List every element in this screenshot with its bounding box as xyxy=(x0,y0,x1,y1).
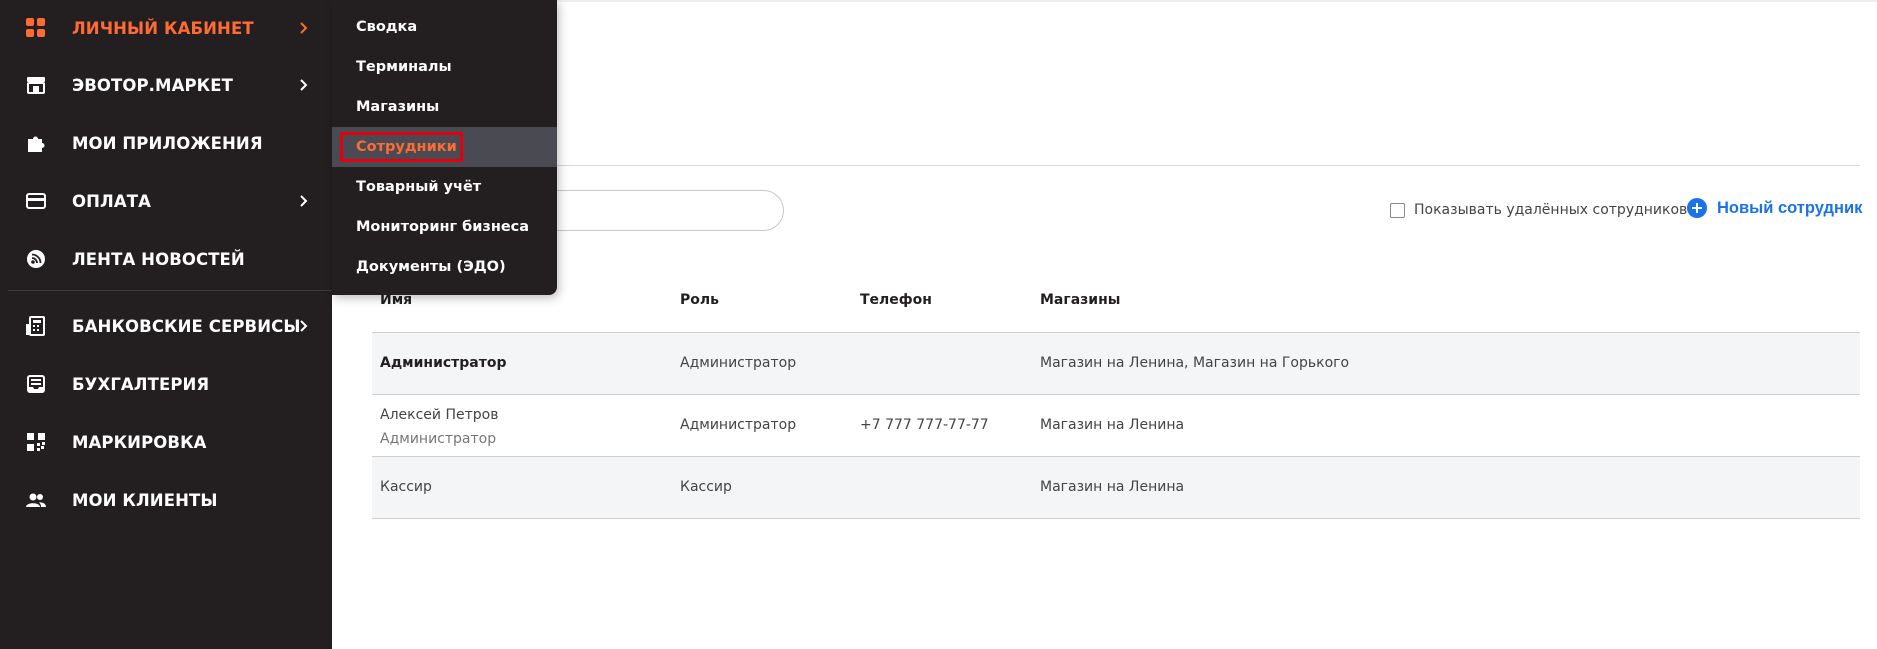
employee-phone: +7 777 777-77-77 xyxy=(860,417,989,433)
column-header-role[interactable]: Роль xyxy=(680,292,719,308)
sidebar-item-marking[interactable]: МАРКИРОВКА xyxy=(0,418,332,466)
sidebar-item-label: МОИ КЛИЕНТЫ xyxy=(72,490,218,510)
table-row[interactable]: Алексей Петров Администратор Администрат… xyxy=(372,395,1860,457)
bank-calculator-icon xyxy=(24,314,48,338)
sidebar-item-label: ЭВОТОР.МАРКЕТ xyxy=(72,75,233,95)
sidebar-item-personal-account[interactable]: ЛИЧНЫЙ КАБИНЕТ xyxy=(0,4,332,52)
store-icon xyxy=(24,73,48,97)
submenu-item-summary[interactable]: Сводка xyxy=(332,7,557,47)
chevron-right-icon xyxy=(300,22,308,34)
new-employee-label: Новый сотрудник xyxy=(1717,198,1863,217)
news-feed-icon xyxy=(24,247,48,271)
submenu-item-label: Сотрудники xyxy=(356,139,457,155)
sidebar-item-label: ЛИЧНЫЙ КАБИНЕТ xyxy=(72,18,254,38)
employee-role: Администратор xyxy=(680,417,797,433)
chevron-right-icon xyxy=(300,79,308,91)
checkbox-box[interactable] xyxy=(1390,202,1405,218)
puzzle-icon xyxy=(24,131,48,155)
employee-role: Администратор xyxy=(680,355,797,371)
submenu-item-documents-edo[interactable]: Документы (ЭДО) xyxy=(332,247,557,287)
table-row[interactable]: Администратор Администратор Магазин на Л… xyxy=(372,333,1860,395)
submenu-item-label: Магазины xyxy=(356,99,440,115)
column-header-phone[interactable]: Телефон xyxy=(860,292,932,308)
table-header: Имя Роль Телефон Магазины xyxy=(372,282,1860,333)
table-row[interactable]: Кассир Кассир Магазин на Ленина xyxy=(372,457,1860,519)
submenu-item-label: Сводка xyxy=(356,19,418,35)
sidebar-item-label: ОПЛАТА xyxy=(72,191,151,211)
sidebar-item-news-feed[interactable]: ЛЕНТА НОВОСТЕЙ xyxy=(0,235,332,283)
sidebar: ЛИЧНЫЙ КАБИНЕТ ЭВОТОР.МАРКЕТ МОИ ПРИЛОЖЕ… xyxy=(0,0,332,649)
sidebar-item-bank-services[interactable]: БАНКОВСКИЕ СЕРВИСЫ xyxy=(0,302,332,350)
employee-name: Администратор xyxy=(380,355,507,371)
show-deleted-label: Показывать удалённых сотрудников xyxy=(1414,202,1688,218)
show-deleted-checkbox[interactable]: Показывать удалённых сотрудников xyxy=(1390,202,1687,218)
sidebar-item-label: МОИ ПРИЛОЖЕНИЯ xyxy=(72,133,263,153)
submenu-item-terminals[interactable]: Терминалы xyxy=(332,47,557,87)
column-header-stores[interactable]: Магазины xyxy=(1040,292,1120,308)
personal-account-submenu: Сводка Терминалы Магазины Сотрудники Тов… xyxy=(332,0,557,295)
submenu-item-label: Товарный учёт xyxy=(356,179,482,195)
clients-group-icon xyxy=(24,488,48,512)
sidebar-item-evotor-market[interactable]: ЭВОТОР.МАРКЕТ xyxy=(0,61,332,109)
submenu-item-label: Мониторинг бизнеса xyxy=(356,219,530,235)
employee-stores: Магазин на Ленина xyxy=(1040,479,1185,495)
header-divider xyxy=(332,165,1860,166)
dashboard-grid-icon xyxy=(24,16,48,40)
chevron-right-icon xyxy=(300,195,308,207)
sidebar-item-label: БУХГАЛТЕРИЯ xyxy=(72,374,210,394)
submenu-item-business-monitoring[interactable]: Мониторинг бизнеса xyxy=(332,207,557,247)
sidebar-item-accounting[interactable]: БУХГАЛТЕРИЯ xyxy=(0,360,332,408)
employee-stores: Магазин на Ленина xyxy=(1040,417,1185,433)
new-employee-button[interactable]: Новый сотрудник xyxy=(1687,198,1862,218)
sidebar-item-payment[interactable]: ОПЛАТА xyxy=(0,177,332,225)
sidebar-item-label: МАРКИРОВКА xyxy=(72,432,207,452)
submenu-item-stores[interactable]: Магазины xyxy=(332,87,557,127)
employees-table: Имя Роль Телефон Магазины Администратор … xyxy=(372,282,1860,519)
qr-code-icon xyxy=(24,430,48,454)
submenu-item-employees[interactable]: Сотрудники xyxy=(332,127,557,167)
employee-name: Кассир xyxy=(380,479,432,495)
employee-name-subtitle: Администратор xyxy=(380,431,497,447)
submenu-item-label: Документы (ЭДО) xyxy=(356,259,506,275)
employee-name: Алексей Петров xyxy=(380,407,499,423)
sidebar-item-label: ЛЕНТА НОВОСТЕЙ xyxy=(72,249,245,269)
plus-circle-icon xyxy=(1687,198,1707,218)
chevron-right-icon xyxy=(300,320,308,332)
sidebar-item-label: БАНКОВСКИЕ СЕРВИСЫ xyxy=(72,316,301,336)
employee-stores: Магазин на Ленина, Магазин на Горького xyxy=(1040,355,1350,371)
sidebar-item-my-apps[interactable]: МОИ ПРИЛОЖЕНИЯ xyxy=(0,119,332,167)
sidebar-divider xyxy=(8,290,332,291)
credit-card-icon xyxy=(24,189,48,213)
top-border xyxy=(332,0,1877,2)
sidebar-item-my-clients[interactable]: МОИ КЛИЕНТЫ xyxy=(0,476,332,524)
submenu-item-label: Терминалы xyxy=(356,59,452,75)
submenu-item-inventory[interactable]: Товарный учёт xyxy=(332,167,557,207)
accounting-inbox-icon xyxy=(24,372,48,396)
employee-role: Кассир xyxy=(680,479,732,495)
